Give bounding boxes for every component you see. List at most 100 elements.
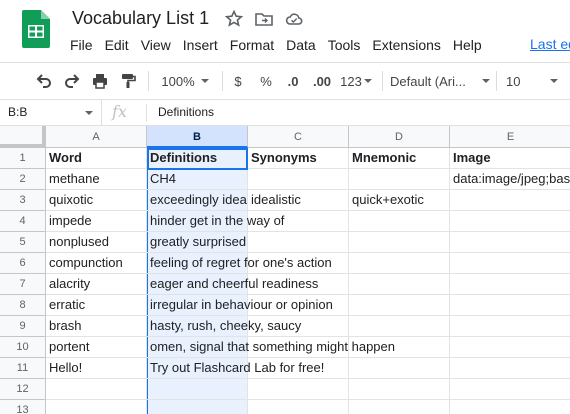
cell-b8[interactable]: irregular in behaviour or opinion xyxy=(147,295,333,316)
cell-e6[interactable] xyxy=(450,253,570,274)
font-size-select[interactable]: 10 xyxy=(502,63,562,99)
cell-e1[interactable]: Image xyxy=(450,148,570,169)
row-header[interactable]: 13 xyxy=(0,400,46,414)
row-header[interactable]: 10 xyxy=(0,337,46,358)
star-icon[interactable] xyxy=(224,9,244,29)
cell-b12[interactable] xyxy=(147,379,248,400)
name-box[interactable]: B:B xyxy=(0,100,102,125)
cell-b11[interactable]: Try out Flashcard Lab for free! xyxy=(147,358,324,379)
sheets-logo-icon[interactable] xyxy=(22,10,50,48)
cell-e2[interactable]: data:image/jpeg;bas xyxy=(450,169,570,190)
cell-b13[interactable] xyxy=(147,400,248,414)
cell-c9[interactable] xyxy=(248,316,349,337)
menu-view[interactable]: View xyxy=(135,36,177,54)
cell-b4[interactable]: hinder get in the way of xyxy=(147,211,284,232)
move-folder-icon[interactable] xyxy=(254,9,274,29)
cell-c5[interactable] xyxy=(248,232,349,253)
column-header-e[interactable]: E xyxy=(450,126,570,148)
row-header[interactable]: 3 xyxy=(0,190,46,211)
cell-d10[interactable] xyxy=(349,337,450,358)
cell-d6[interactable] xyxy=(349,253,450,274)
increase-decimal-button[interactable]: .00 xyxy=(308,63,336,99)
cell-a4[interactable]: impede xyxy=(46,211,147,232)
cell-c1[interactable]: Synonyms xyxy=(248,148,349,169)
cell-c13[interactable] xyxy=(248,400,349,414)
menu-file[interactable]: File xyxy=(64,36,99,54)
cell-a5[interactable]: nonplused xyxy=(46,232,147,253)
column-header-a[interactable]: A xyxy=(46,126,147,148)
cell-c7[interactable] xyxy=(248,274,349,295)
cell-a10[interactable]: portent xyxy=(46,337,147,358)
redo-icon[interactable] xyxy=(60,63,84,99)
menu-edit[interactable]: Edit xyxy=(99,36,135,54)
cell-b9[interactable]: hasty, rush, cheeky, saucy xyxy=(147,316,301,337)
row-header[interactable]: 8 xyxy=(0,295,46,316)
row-header[interactable]: 11 xyxy=(0,358,46,379)
cell-c10[interactable] xyxy=(248,337,349,358)
menu-insert[interactable]: Insert xyxy=(177,36,224,54)
cell-e10[interactable] xyxy=(450,337,570,358)
formula-input[interactable]: Definitions xyxy=(158,100,214,125)
cell-e3[interactable] xyxy=(450,190,570,211)
cell-a2[interactable]: methane xyxy=(46,169,147,190)
cell-b6[interactable]: feeling of regret for one's action xyxy=(147,253,332,274)
cell-a8[interactable]: erratic xyxy=(46,295,147,316)
column-header-b[interactable]: B xyxy=(147,126,248,148)
cell-d7[interactable] xyxy=(349,274,450,295)
cell-a11[interactable]: Hello! xyxy=(46,358,147,379)
cell-e12[interactable] xyxy=(450,379,570,400)
cell-a1[interactable]: Word xyxy=(46,148,147,169)
cell-c3[interactable]: idealistic xyxy=(248,190,349,211)
cell-d8[interactable] xyxy=(349,295,450,316)
cell-a9[interactable]: brash xyxy=(46,316,147,337)
cell-a3[interactable]: quixotic xyxy=(46,190,147,211)
percent-format-button[interactable]: % xyxy=(256,63,276,99)
row-header[interactable]: 7 xyxy=(0,274,46,295)
undo-icon[interactable] xyxy=(32,63,56,99)
menu-format[interactable]: Format xyxy=(224,36,280,54)
font-family-select[interactable]: Default (Ari... xyxy=(390,63,490,99)
cell-d13[interactable] xyxy=(349,400,450,414)
more-formats-button[interactable]: 123 xyxy=(338,63,374,99)
menu-extensions[interactable]: Extensions xyxy=(366,36,446,54)
cell-c12[interactable] xyxy=(248,379,349,400)
row-header[interactable]: 5 xyxy=(0,232,46,253)
print-icon[interactable] xyxy=(88,63,112,99)
cell-d4[interactable] xyxy=(349,211,450,232)
menu-help[interactable]: Help xyxy=(447,36,488,54)
cell-d11[interactable] xyxy=(349,358,450,379)
menu-tools[interactable]: Tools xyxy=(322,36,367,54)
column-header-c[interactable]: C xyxy=(248,126,349,148)
cell-d9[interactable] xyxy=(349,316,450,337)
row-header[interactable]: 9 xyxy=(0,316,46,337)
column-header-d[interactable]: D xyxy=(349,126,450,148)
cloud-status-icon[interactable] xyxy=(284,9,304,29)
cell-d12[interactable] xyxy=(349,379,450,400)
cell-d5[interactable] xyxy=(349,232,450,253)
cell-b5[interactable]: greatly surprised xyxy=(147,232,248,253)
document-title[interactable]: Vocabulary List 1 xyxy=(72,8,209,29)
cell-c2[interactable] xyxy=(248,169,349,190)
decrease-decimal-button[interactable]: .0 xyxy=(282,63,304,99)
cell-b7[interactable]: eager and cheerful readiness xyxy=(147,274,318,295)
cell-c8[interactable] xyxy=(248,295,349,316)
menu-data[interactable]: Data xyxy=(280,36,322,54)
cell-d3[interactable]: quick+exotic xyxy=(349,190,450,211)
cell-c6[interactable] xyxy=(248,253,349,274)
row-header[interactable]: 2 xyxy=(0,169,46,190)
row-header[interactable]: 4 xyxy=(0,211,46,232)
cell-a6[interactable]: compunction xyxy=(46,253,147,274)
cell-a7[interactable]: alacrity xyxy=(46,274,147,295)
cell-c11[interactable] xyxy=(248,358,349,379)
cell-a12[interactable] xyxy=(46,379,147,400)
cell-c4[interactable] xyxy=(248,211,349,232)
currency-format-button[interactable]: $ xyxy=(228,63,248,99)
last-edit-link[interactable]: Last ed xyxy=(530,36,570,52)
select-all-corner[interactable] xyxy=(0,126,46,148)
cell-e4[interactable] xyxy=(450,211,570,232)
cell-b1[interactable]: Definitions xyxy=(147,148,248,169)
cell-e8[interactable] xyxy=(450,295,570,316)
cell-d1[interactable]: Mnemonic xyxy=(349,148,450,169)
cell-e7[interactable] xyxy=(450,274,570,295)
cell-e5[interactable] xyxy=(450,232,570,253)
